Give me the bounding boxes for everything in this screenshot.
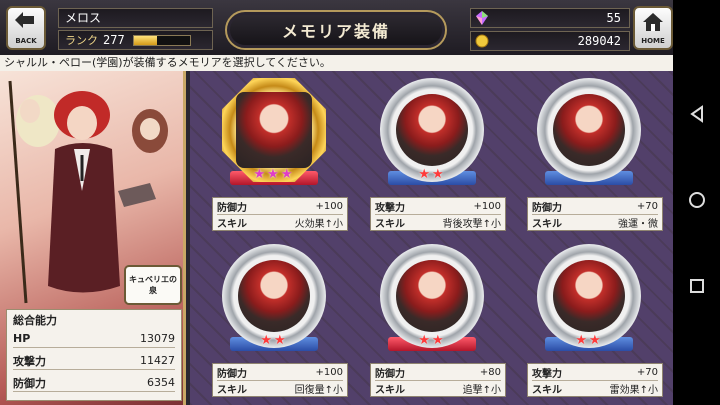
player-name-box: メロス [58,8,213,28]
card-stat-value: +70 [636,200,658,212]
stats-title: 総合能力 [13,314,57,327]
memoria-portrait [553,94,625,166]
card-info: 攻撃力 +100 スキル 背後攻撃↑小 [370,197,506,231]
crystal-counter: 55 [470,8,630,28]
card-stat-value: +80 [479,366,501,378]
rarity-stars: ★★ [260,333,288,348]
memoria-card-6[interactable]: ★★ 攻撃力 +70 スキル 雷効果↑小 [515,241,663,399]
rank-progress-fill [133,35,158,45]
card-skill-label: スキル [375,384,405,396]
home-button[interactable]: HOME [633,6,673,50]
rank-value: 277 [103,33,125,47]
memoria-card-5[interactable]: ★★ 防御力 +80 スキル 追撃↑小 [358,241,506,399]
card-skill-value: 雷効果↑小 [609,384,658,396]
square-recent-icon [688,277,706,299]
back-arrow-icon [14,11,38,36]
card-stat-value: +70 [636,366,658,378]
home-label: HOME [641,36,665,45]
card-skill-value: 回復量↑小 [294,384,343,396]
card-skill-label: スキル [532,218,562,230]
card-skill-value: 背後攻撃↑小 [442,218,501,230]
card-skill-label: スキル [217,218,247,230]
page-title-plate: メモリア装備 [225,10,447,50]
stat-row-hp: HP 13079 [13,330,175,348]
rank-progress-bar [132,34,191,46]
crystal-count: 55 [606,11,621,25]
stat-label: HP [13,332,31,345]
card-info: 防御力 +100 スキル 回復量↑小 [212,363,348,397]
memoria-card-1[interactable]: ★★★ 防御力 +100 スキル 火効果↑小 [200,75,348,233]
instruction-text: シャルル・ペロー(学園)が装備するメモリアを選択してください。 [4,56,331,69]
memoria-portrait [396,260,468,332]
memoria-portrait [553,260,625,332]
gold-count: 289042 [577,34,621,48]
memoria-grid: ★★★ 防御力 +100 スキル 火効果↑小 ★★ 攻撃力 +100 スキル 背後攻撃↑… [190,71,673,405]
rarity-stars: ★★★ [253,167,295,182]
memoria-portrait [238,260,310,332]
home-icon [642,12,664,36]
stat-row-defense: 防御力 6354 [13,374,175,392]
card-stat-value: +100 [473,200,501,212]
triangle-back-icon [688,105,706,127]
rarity-stars: ★★ [418,333,446,348]
stat-label: 防御力 [13,376,46,390]
stat-value: 6354 [147,376,175,389]
stat-label: 攻撃力 [13,354,46,368]
card-stat-label: 防御力 [217,202,247,214]
memoria-portrait [396,94,468,166]
character-panel: キュベリエの泉 総合能力 HP 13079 攻撃力 11427 防御力 6354 [0,71,186,405]
stat-row-attack: 攻撃力 11427 [13,352,175,370]
stat-value: 13079 [140,332,175,345]
card-stat-value: +100 [315,366,343,378]
player-name: メロス [65,11,102,25]
card-info: 防御力 +100 スキル 火効果↑小 [212,197,348,231]
top-bar: BACK メロス ランク 277 メモリア装備 55 289042 HOME [0,0,673,58]
circle-home-icon [688,191,706,213]
back-label: BACK [15,36,37,45]
instruction-bar: シャルル・ペロー(学園)が装備するメモリアを選択してください。 [0,55,673,71]
back-button[interactable]: BACK [6,6,46,50]
fountain-badge[interactable]: キュベリエの泉 [124,265,182,305]
card-skill-value: 強運・微 [618,218,658,230]
card-info: 攻撃力 +70 スキル 雷効果↑小 [527,363,663,397]
rank-box: ランク 277 [58,30,213,50]
nav-recent-button[interactable] [673,268,720,308]
total-stats-panel: 総合能力 HP 13079 攻撃力 11427 防御力 6354 [6,309,182,401]
rarity-stars: ★★ [575,333,603,348]
memoria-portrait [236,92,312,168]
card-skill-label: スキル [375,218,405,230]
nav-home-button[interactable] [673,182,720,222]
card-skill-value: 追撃↑小 [462,384,501,396]
memoria-card-3[interactable]: 防御力 +70 スキル 強運・微 [515,75,663,233]
card-info: 防御力 +70 スキル 強運・微 [527,197,663,231]
crystal-icon [475,11,489,30]
card-skill-label: スキル [532,384,562,396]
fountain-badge-label: キュベリエの泉 [129,275,177,295]
card-info: 防御力 +80 スキル 追撃↑小 [370,363,506,397]
card-stat-label: 防御力 [375,368,405,380]
card-stat-label: 攻撃力 [532,368,562,380]
card-stat-value: +100 [315,200,343,212]
stat-value: 11427 [140,354,175,367]
memoria-card-2[interactable]: ★★ 攻撃力 +100 スキル 背後攻撃↑小 [358,75,506,233]
game-screen: BACK メロス ランク 277 メモリア装備 55 289042 HOME シ… [0,0,673,405]
rank-label: ランク [65,34,98,47]
memoria-card-4[interactable]: ★★ 防御力 +100 スキル 回復量↑小 [200,241,348,399]
card-skill-label: スキル [217,384,247,396]
nav-back-button[interactable] [673,96,720,136]
memoria-medal [537,78,641,182]
card-skill-value: 火効果↑小 [294,218,343,230]
coin-icon [475,34,489,53]
page-title: メモリア装備 [281,22,390,41]
card-stat-label: 防御力 [217,368,247,380]
card-stat-label: 攻撃力 [375,202,405,214]
card-stat-label: 防御力 [532,202,562,214]
rarity-stars: ★★ [418,167,446,182]
android-nav-bar [673,0,720,405]
gold-counter: 289042 [470,31,630,51]
